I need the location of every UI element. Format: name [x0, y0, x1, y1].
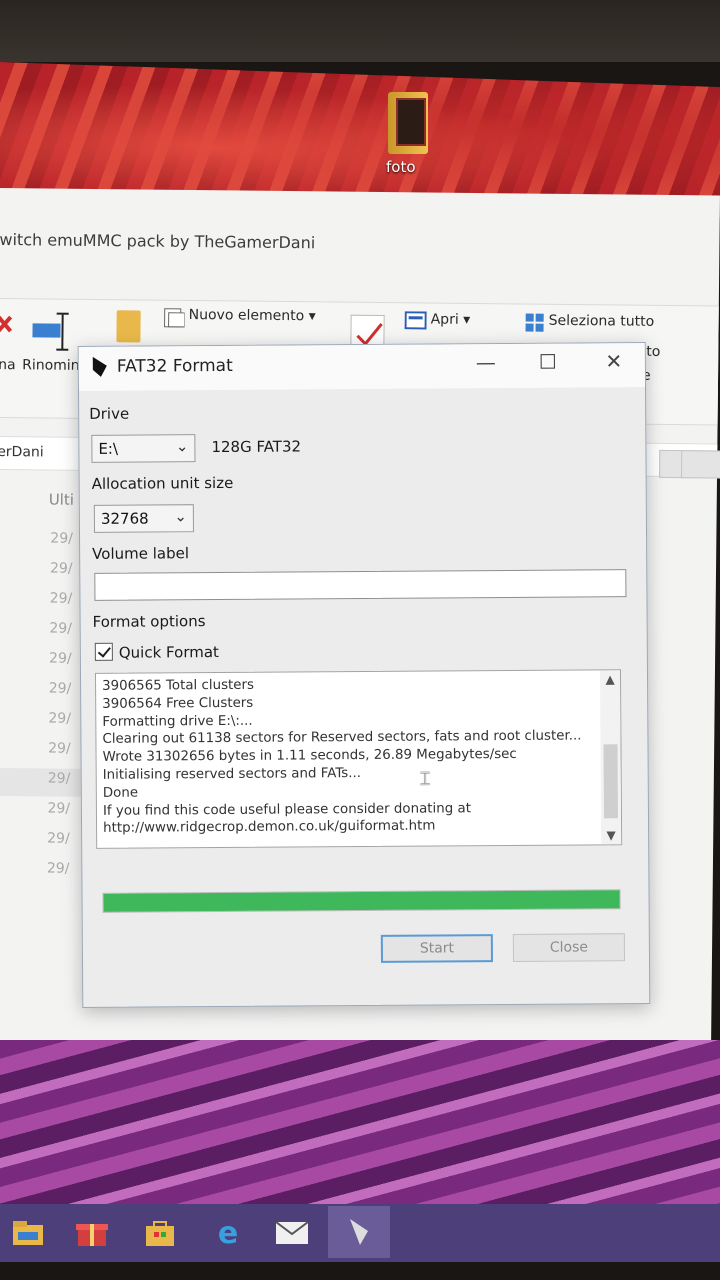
log-lines: 3906565 Total clusters 3906564 Free Clus… [102, 674, 593, 838]
new-item-label: Nuovo elemento [188, 306, 305, 325]
fat32-format-icon[interactable] [328, 1206, 390, 1258]
edge-icon[interactable]: e [208, 1214, 248, 1252]
open-button[interactable]: Apri ▾ [431, 312, 471, 328]
desktop-folder-foto[interactable]: foto [386, 92, 430, 176]
quick-format-label[interactable]: Quick Format [119, 643, 219, 662]
chevron-down-icon: ⌄ [175, 437, 189, 456]
select-all-icon [525, 313, 544, 332]
date-cell: 29/ [48, 650, 72, 667]
monitor-bezel-bottom [0, 1262, 720, 1280]
monitor-bezel [0, 0, 720, 62]
ribbon-partial-text: to [646, 343, 661, 360]
date-cell: 29/ [48, 710, 72, 727]
date-cell: 29/ [48, 680, 72, 697]
close-window-button[interactable]: ✕ [599, 349, 629, 373]
date-cell: 29/ [47, 800, 71, 817]
address-text: erDani [0, 443, 44, 461]
start-button[interactable]: Start [380, 934, 494, 963]
fat32-format-dialog: FAT32 Format — ☐ ✕ Drive E:\ ⌄ 128G FAT3… [77, 342, 651, 1008]
date-column: 29/ 29/ 29/ 29/ 29/ 29/ 29/ 29/ 29/ 29/ … [47, 531, 73, 891]
delete-icon[interactable] [0, 313, 13, 349]
output-log[interactable]: 3906565 Total clusters 3906564 Free Clus… [94, 669, 623, 849]
mouse-cursor-icon: ⌶ [419, 768, 431, 790]
desktop-wallpaper-bottom [0, 1040, 720, 1210]
date-cell: 29/ [50, 530, 73, 547]
progress-bar [102, 889, 621, 913]
file-explorer-icon[interactable] [8, 1214, 48, 1252]
allocation-unit-value: 32768 [100, 509, 149, 528]
scroll-down-icon[interactable]: ▼ [601, 828, 621, 842]
select-all-button[interactable]: Seleziona tutto [549, 313, 655, 330]
volume-label-input[interactable] [94, 569, 627, 601]
allocation-unit-label: Allocation unit size [91, 473, 234, 493]
date-cell: 29/ [49, 560, 73, 577]
drive-label: Drive [89, 404, 130, 423]
mail-icon[interactable] [272, 1214, 312, 1252]
drive-info: 128G FAT32 [211, 437, 302, 457]
new-item-icon [164, 308, 185, 328]
date-cell: 29/ [47, 770, 71, 787]
allocation-unit-select[interactable]: 32768 ⌄ [93, 504, 194, 533]
format-options-label: Format options [92, 612, 206, 631]
maximize-button[interactable]: ☐ [533, 350, 563, 374]
folder-icon [388, 92, 428, 154]
refresh-icon[interactable]: ↻ [680, 450, 720, 480]
scroll-thumb[interactable] [603, 744, 619, 819]
store-icon[interactable] [140, 1214, 180, 1252]
date-cell: 29/ [49, 590, 73, 607]
date-cell: 29/ [46, 860, 70, 877]
gift-icon[interactable] [72, 1214, 112, 1252]
app-icon [92, 356, 107, 377]
progress-fill [103, 890, 620, 912]
dialog-titlebar[interactable]: FAT32 Format — ☐ ✕ [78, 343, 645, 391]
selected-row-highlight [0, 767, 84, 797]
drive-value: E:\ [98, 439, 119, 458]
new-item-button[interactable]: Nuovo elemento ▾ [189, 307, 316, 324]
close-button[interactable]: Close [512, 933, 626, 962]
date-cell: 29/ [48, 740, 71, 757]
volume-label-label: Volume label [92, 544, 190, 563]
column-header-modified[interactable]: Ulti [49, 491, 74, 509]
date-cell: 29/ [49, 620, 73, 637]
open-label: Apri [430, 311, 459, 328]
log-line: Clearing out 61138 sectors for Reserved … [102, 728, 582, 748]
log-scrollbar[interactable]: ▲ ▼ [599, 670, 622, 845]
rename-button[interactable]: Rinomin [22, 357, 80, 374]
taskbar: e [0, 1204, 720, 1262]
chevron-down-icon: ⌄ [174, 507, 187, 526]
scroll-up-icon[interactable]: ▲ [600, 672, 620, 686]
ribbon-delete-label[interactable]: na [0, 357, 16, 373]
date-cell: 29/ [47, 830, 70, 847]
dialog-title: FAT32 Format [116, 355, 233, 377]
desktop-icon-label: foto [386, 158, 416, 176]
log-line: http://www.ridgecrop.demon.co.uk/guiform… [103, 818, 436, 837]
explorer-title: witch emuMMC pack by TheGamerDani [0, 229, 316, 253]
open-icon [404, 311, 427, 330]
new-folder-icon[interactable] [116, 310, 141, 343]
minimize-button[interactable]: — [471, 350, 501, 374]
quick-format-checkbox[interactable] [94, 642, 113, 661]
rename-icon[interactable] [30, 311, 80, 352]
drive-select[interactable]: E:\ ⌄ [91, 434, 196, 463]
